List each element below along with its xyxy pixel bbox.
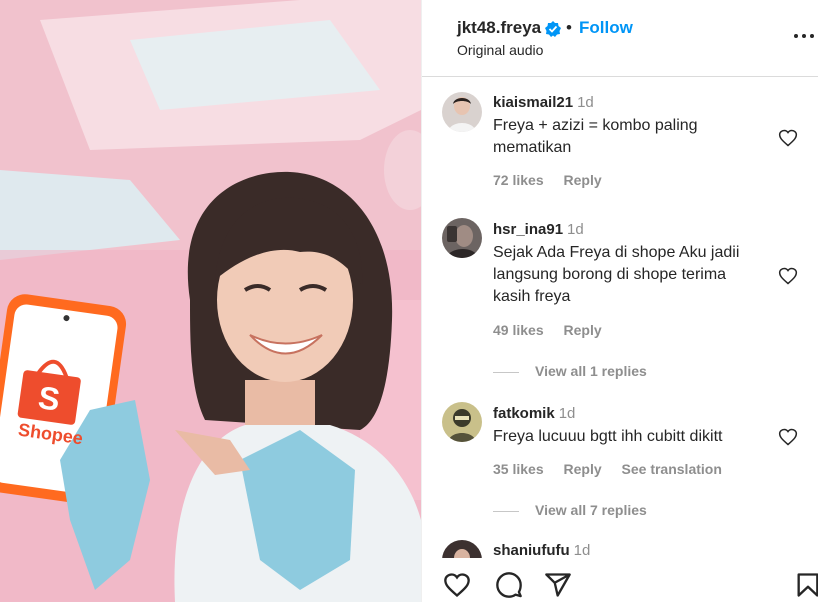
comment-time: 1d [577, 94, 594, 111]
avatar-image [442, 402, 482, 442]
post-action-bar [422, 558, 818, 602]
verified-badge-icon [545, 21, 561, 37]
comment-likes: 72 likes [493, 172, 544, 188]
replies-divider [493, 371, 519, 373]
like-comment-heart-icon[interactable] [778, 427, 798, 447]
header-separator: • [566, 18, 572, 37]
follow-button[interactable]: Follow [579, 18, 633, 38]
view-replies-button[interactable]: View all 1 replies [493, 363, 647, 379]
video-frame: S [0, 0, 421, 602]
reply-button[interactable]: Reply [564, 172, 602, 188]
comments-panel: jkt48.freya • Follow Original audio kiai… [421, 0, 818, 602]
avatar-image [442, 218, 482, 258]
share-icon[interactable] [544, 571, 572, 599]
comment-text: Sejak Ada Freya di shope Aku jadii langs… [493, 244, 740, 305]
reel-video[interactable]: S Shopee [0, 0, 421, 602]
bookmark-icon[interactable] [794, 571, 818, 599]
view-replies-label: View all 7 replies [535, 502, 647, 518]
comment-likes: 49 likes [493, 322, 544, 338]
view-replies-button[interactable]: View all 7 replies [493, 502, 647, 518]
comment-username[interactable]: hsr_ina91 1d [493, 221, 584, 238]
author-username[interactable]: jkt48.freya [457, 18, 541, 38]
comment-time: 1d [558, 405, 576, 422]
heart-icon[interactable] [443, 571, 471, 599]
avatar[interactable] [442, 92, 482, 132]
comment-text: Freya + azizi = kombo paling mematikan [493, 117, 698, 156]
view-replies-label: View all 1 replies [535, 363, 647, 379]
comment-time: 1d [573, 542, 591, 559]
like-comment-heart-icon[interactable] [778, 128, 798, 148]
comment-text: Freya lucuuu bgtt ihh cubitt dikitt [493, 428, 723, 445]
post-header: jkt48.freya • Follow Original audio [422, 0, 818, 77]
like-comment-heart-icon[interactable] [778, 266, 798, 286]
comment-username[interactable]: shaniufufu 1d [493, 542, 590, 559]
avatar[interactable] [442, 218, 482, 258]
original-audio-link[interactable]: Original audio [457, 42, 543, 58]
reply-button[interactable]: Reply [564, 322, 602, 338]
comment-username[interactable]: kiaismail21 1d [493, 94, 594, 111]
comment-time: 1d [567, 221, 584, 238]
comment-likes: 35 likes [493, 461, 544, 477]
more-options-icon[interactable] [794, 26, 818, 46]
comment-meta: 49 likes Reply [493, 322, 618, 338]
comment-meta: 72 likes Reply [493, 172, 618, 188]
avatar-image [442, 92, 482, 132]
comment-username[interactable]: fatkomik 1d [493, 405, 575, 422]
comment-meta: 35 likes Reply See translation [493, 461, 738, 477]
reply-button[interactable]: Reply [564, 461, 602, 477]
replies-divider [493, 510, 519, 512]
avatar[interactable] [442, 402, 482, 442]
see-translation-button[interactable]: See translation [622, 461, 722, 477]
comment-icon[interactable] [495, 571, 523, 599]
